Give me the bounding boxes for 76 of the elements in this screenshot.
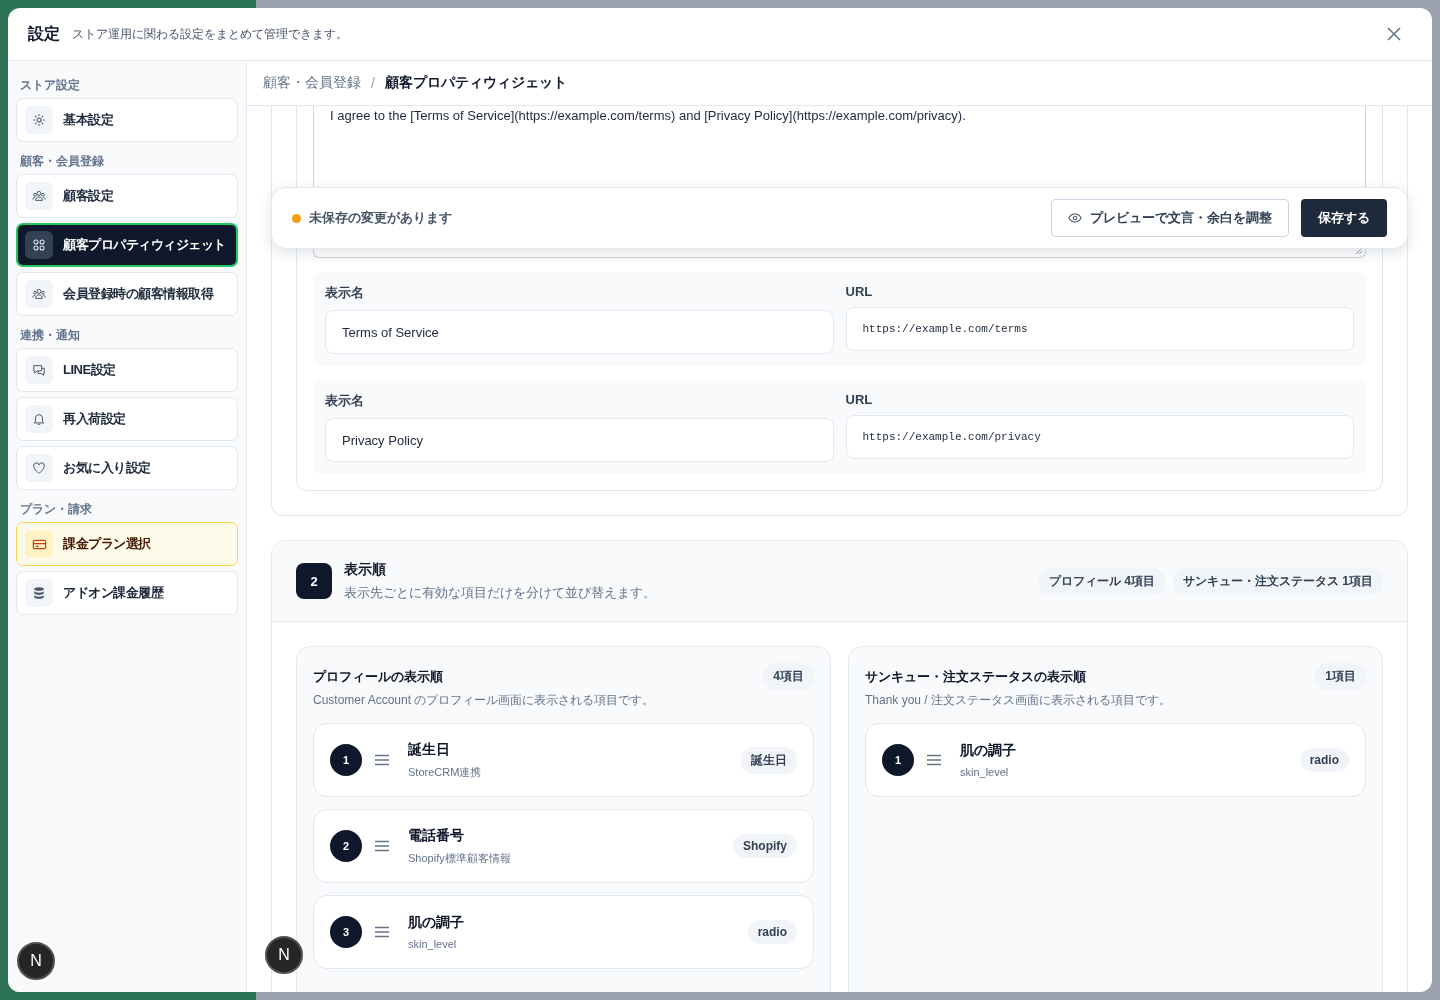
display-name-field[interactable]: Privacy Policy — [325, 418, 834, 462]
sidebar-item[interactable]: お気に入り設定 — [16, 446, 238, 490]
chat-icon — [32, 363, 46, 377]
breadcrumb-link[interactable]: 顧客・会員登録 — [263, 74, 361, 92]
drag-handle-icon[interactable] — [374, 754, 390, 766]
users-icon — [32, 287, 46, 301]
order-item[interactable]: 2 電話番号 Shopify標準顧客情報 Shopify — [313, 809, 814, 883]
order-item[interactable]: 3 肌の調子 skin_level radio — [313, 895, 814, 969]
users-icon — [32, 189, 46, 203]
dev-indicator-button[interactable]: N — [17, 942, 55, 980]
heart-icon — [32, 461, 46, 475]
item-name: 肌の調子 — [408, 914, 465, 932]
preview-button[interactable]: プレビューで文言・余白を調整 — [1051, 199, 1289, 237]
dialog-title: 設定 — [28, 23, 60, 44]
type-tag: 誕生日 — [741, 746, 797, 774]
count-badge: 4項目 — [763, 663, 814, 690]
sidebar-item[interactable]: 課金プラン選択 — [16, 522, 238, 566]
sidebar-item[interactable]: 顧客設定 — [16, 174, 238, 218]
step-number: 2 — [296, 563, 332, 599]
sidebar-item[interactable]: 再入荷設定 — [16, 397, 238, 441]
order-number: 2 — [330, 830, 362, 862]
section-description: 表示先ごとに有効な項目だけを分けて並び替えます。 — [344, 583, 657, 602]
order-number: 1 — [882, 744, 914, 776]
drag-handle-icon[interactable] — [374, 926, 390, 938]
breadcrumb-separator: / — [370, 75, 376, 91]
status-dot-icon — [292, 213, 301, 223]
dev-indicator-button[interactable]: N — [265, 936, 303, 974]
gear-icon — [32, 113, 46, 127]
order-item[interactable]: 1 誕生日 StoreCRM連携 誕生日 — [313, 723, 814, 797]
count-badge: プロフィール 4項目 — [1038, 567, 1165, 595]
field-label: URL — [845, 392, 874, 407]
dialog-subtitle: ストア運用に関わる設定をまとめて管理できます。 — [72, 25, 348, 43]
item-source: Shopify標準顧客情報 — [408, 850, 512, 866]
drag-handle-icon[interactable] — [374, 840, 390, 852]
sidebar-group-label: ストア設定 — [20, 77, 81, 94]
item-source: StoreCRM連携 — [408, 764, 483, 780]
field-label: 表示名 — [325, 392, 365, 410]
grid-icon — [32, 238, 46, 252]
drag-handle-icon[interactable] — [926, 754, 942, 766]
close-icon[interactable] — [1386, 26, 1402, 42]
sidebar-item[interactable]: 基本設定 — [16, 98, 238, 142]
bell-icon — [32, 412, 46, 426]
sidebar-item[interactable]: LINE設定 — [16, 348, 238, 392]
url-field[interactable]: https://example.com/terms — [845, 307, 1354, 351]
panel-description: Thank you / 注文ステータス画面に表示される項目です。 — [865, 692, 1173, 709]
save-button[interactable]: 保存する — [1301, 199, 1387, 237]
sidebar-group-label: プラン・請求 — [20, 501, 93, 518]
panel-description: Customer Account のプロフィール画面に表示される項目です。 — [313, 692, 656, 709]
type-tag: radio — [747, 920, 797, 944]
item-source: skin_level — [960, 766, 1010, 778]
sidebar-item[interactable]: 会員登録時の顧客情報取得 — [16, 272, 238, 316]
type-tag: Shopify — [733, 834, 797, 858]
field-label: URL — [845, 284, 874, 299]
breadcrumb-current: 顧客プロパティウィジェット — [384, 74, 567, 92]
sidebar-group-label: 顧客・会員登録 — [20, 153, 105, 170]
display-name-field[interactable]: Terms of Service — [325, 310, 834, 354]
order-number: 1 — [330, 744, 362, 776]
item-source: skin_level — [408, 938, 458, 950]
eye-icon — [1068, 211, 1082, 225]
item-name: 電話番号 — [408, 826, 465, 845]
panel-title: プロフィールの表示順 — [313, 667, 443, 686]
count-badge: サンキュー・注文ステータス 1項目 — [1173, 567, 1383, 595]
item-name: 肌の調子 — [960, 742, 1017, 760]
item-name: 誕生日 — [408, 740, 451, 759]
sidebar-item[interactable]: 顧客プロパティウィジェット — [16, 223, 238, 267]
database-icon — [32, 586, 46, 600]
url-field[interactable]: https://example.com/privacy — [845, 415, 1354, 459]
count-badge: 1項目 — [1315, 663, 1366, 690]
order-number: 3 — [330, 916, 362, 948]
sidebar-group-label: 連携・通知 — [20, 327, 81, 344]
sidebar-item[interactable]: アドオン課金履歴 — [16, 571, 238, 615]
field-label: 表示名 — [325, 284, 365, 302]
type-tag: radio — [1299, 748, 1349, 772]
section-title: 表示順 — [344, 560, 387, 579]
panel-title: サンキュー・注文ステータスの表示順 — [865, 667, 1086, 686]
order-item[interactable]: 1 肌の調子 skin_level radio — [865, 723, 1366, 797]
